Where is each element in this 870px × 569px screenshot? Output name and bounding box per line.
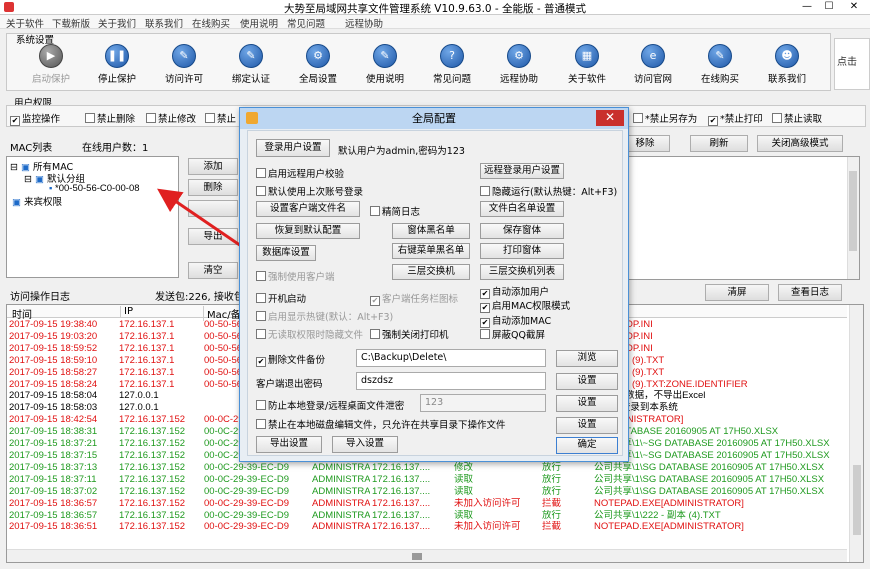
- checkbox-icon: ✔: [256, 357, 266, 367]
- exit-password-input[interactable]: dszdsz: [356, 372, 546, 390]
- checkbox-icon: [256, 293, 266, 303]
- global-config-dialog: 全局配置 ✕ 登录用户设置 默认用户为admin,密码为123 启用远程用户校验…: [239, 107, 629, 462]
- ban-edit-set-button[interactable]: 设置: [556, 417, 618, 434]
- window-blacklist-button[interactable]: 窗体黑名单: [392, 223, 470, 239]
- block-qq-checkbox[interactable]: 屏蔽QQ截屏: [480, 327, 545, 341]
- delete-backup-checkbox[interactable]: ✔ 删除文件备份: [256, 352, 325, 367]
- checkbox-icon: [480, 329, 490, 339]
- database-settings-button[interactable]: 数据库设置: [256, 245, 316, 261]
- checkbox-icon: [256, 271, 266, 281]
- dialog-close-button[interactable]: ✕: [596, 110, 624, 126]
- client-tray-checkbox[interactable]: ✔ 客户端任务栏图标: [370, 291, 458, 306]
- auto-add-mac-checkbox[interactable]: ✔ 自动添加MAC: [480, 313, 551, 328]
- enable-mac-mode-checkbox[interactable]: ✔ 启用MAC权限模式: [480, 298, 570, 313]
- client-filename-button[interactable]: 设置客户端文件名: [256, 201, 360, 217]
- simple-log-checkbox[interactable]: 精简日志: [370, 204, 420, 218]
- checkbox-icon: ✔: [370, 296, 380, 306]
- checkbox-icon: [256, 186, 266, 196]
- checkbox-icon: [256, 311, 266, 321]
- hide-run-checkbox[interactable]: 隐藏运行(默认热键：Alt+F3): [480, 184, 617, 198]
- checkbox-icon: [256, 329, 266, 339]
- exit-password-set-button[interactable]: 设置: [556, 373, 618, 390]
- force-close-printer-checkbox[interactable]: 强制关闭打印机: [370, 327, 449, 341]
- dialog-app-icon: [246, 112, 258, 124]
- show-hotkey-checkbox[interactable]: 启用显示热键(默认：Alt+F3): [256, 309, 393, 323]
- no-read-hide-checkbox[interactable]: 无读取权限时隐藏文件: [256, 327, 363, 341]
- checkbox-icon: [370, 206, 380, 216]
- file-whitelist-button[interactable]: 文件白名单设置: [480, 201, 564, 217]
- remember-login-checkbox[interactable]: 默认使用上次账号登录: [256, 184, 363, 198]
- login-user-button[interactable]: 登录用户设置: [256, 139, 330, 157]
- rclick-blacklist-button[interactable]: 右键菜单黑名单: [392, 243, 470, 259]
- dialog-body: 登录用户设置 默认用户为admin,密码为123 启用远程用户校验 远程登录用户…: [247, 130, 623, 456]
- enable-remote-checkbox[interactable]: 启用远程用户校验: [256, 166, 344, 180]
- checkbox-icon: ✔: [480, 303, 490, 313]
- backup-path-input[interactable]: C:\Backup\Delete\: [356, 349, 546, 367]
- anti-leak-checkbox[interactable]: 防止本地登录/远程桌面文件泄密: [256, 398, 404, 412]
- dialog-title-bar[interactable]: 全局配置: [240, 108, 628, 129]
- ban-local-edit-checkbox[interactable]: 禁止在本地磁盘编辑文件，只允许在共享目录下操作文件: [256, 417, 506, 431]
- checkbox-icon: [480, 186, 490, 196]
- exit-password-label: 客户端退出密码: [256, 379, 323, 390]
- ok-button[interactable]: 确定: [556, 437, 618, 454]
- save-window-button[interactable]: 保存窗体: [480, 223, 564, 239]
- login-hint: 默认用户为admin,密码为123: [338, 146, 465, 157]
- checkbox-icon: [256, 400, 266, 410]
- export-settings-button[interactable]: 导出设置: [256, 436, 322, 453]
- import-settings-button[interactable]: 导入设置: [332, 436, 398, 453]
- print-window-button[interactable]: 打印窗体: [480, 243, 564, 259]
- dialog-title: 全局配置: [412, 112, 456, 125]
- restore-default-button[interactable]: 恢复到默认配置: [256, 223, 360, 239]
- checkbox-icon: [370, 329, 380, 339]
- autostart-checkbox[interactable]: 开机启动: [256, 291, 306, 305]
- checkbox-icon: [256, 419, 266, 429]
- auto-add-user-checkbox[interactable]: ✔ 自动添加用户: [480, 284, 549, 299]
- checkbox-icon: [256, 168, 266, 178]
- browse-button[interactable]: 浏览: [556, 350, 618, 367]
- anti-leak-input[interactable]: 123: [420, 394, 546, 412]
- remote-login-button[interactable]: 远程登录用户设置: [480, 163, 564, 179]
- anti-leak-set-button[interactable]: 设置: [556, 395, 618, 412]
- force-client-checkbox[interactable]: 强制使用客户端: [256, 269, 335, 283]
- l3-switch-list-button[interactable]: 三层交换机列表: [480, 264, 564, 280]
- l3-switch-button[interactable]: 三层交换机: [392, 264, 470, 280]
